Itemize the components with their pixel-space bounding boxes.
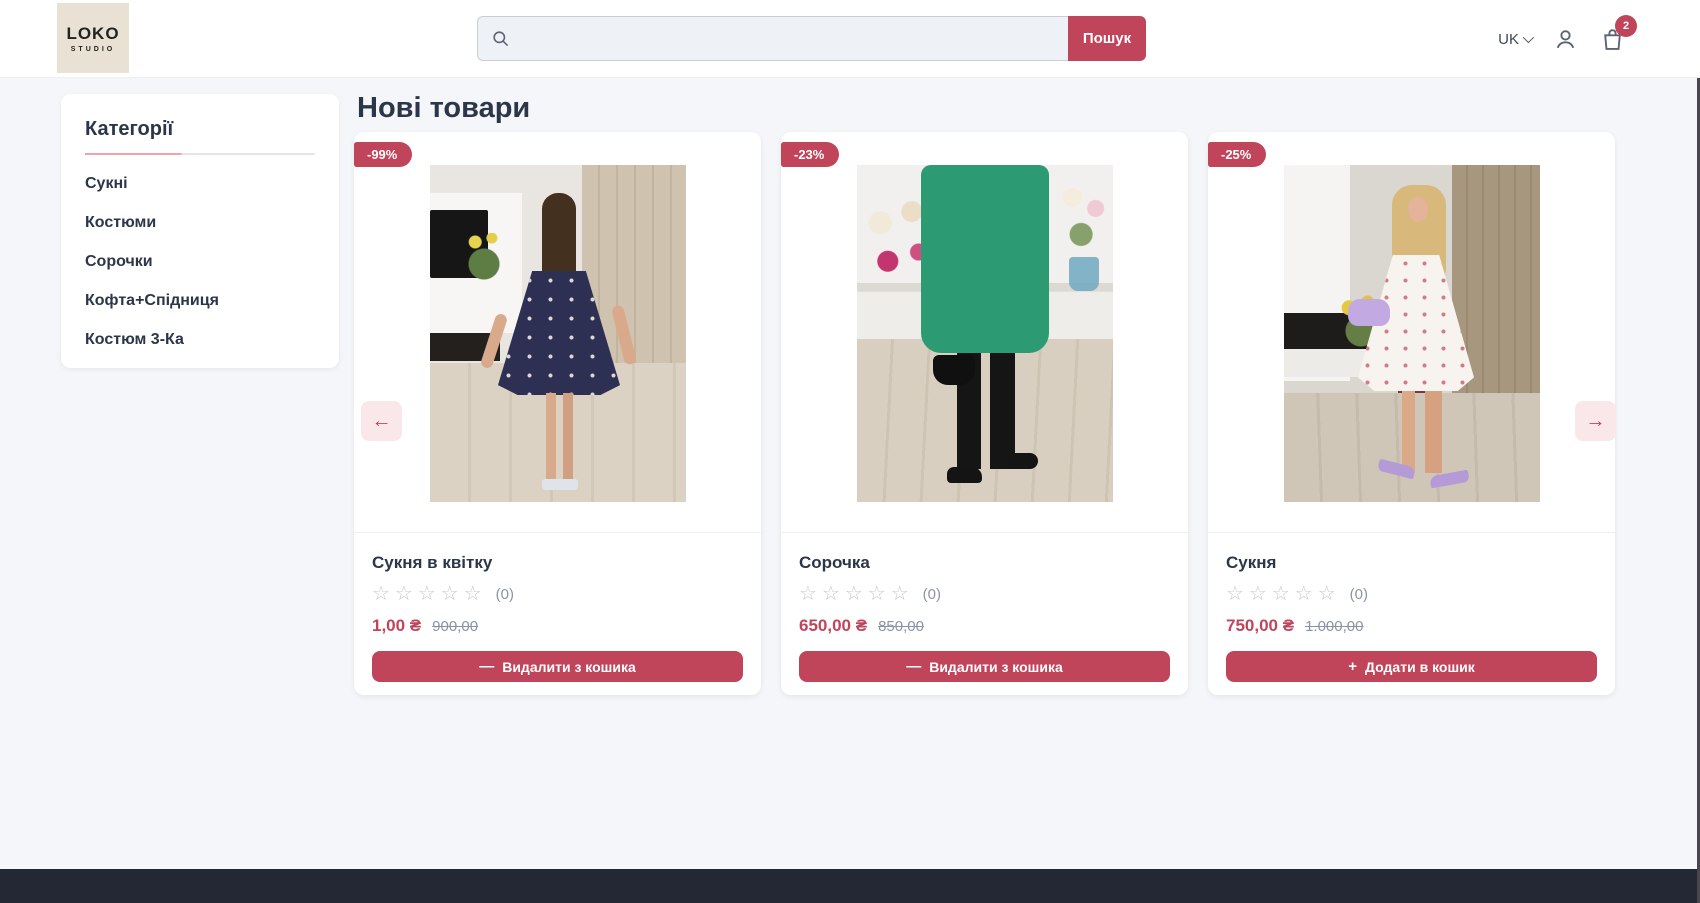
star-rating-icons: ☆☆☆☆☆ [799, 584, 914, 604]
minus-icon: — [906, 658, 921, 675]
page-title: Нові товари [357, 92, 530, 125]
language-selector[interactable]: UK [1498, 31, 1531, 48]
minus-icon: — [479, 658, 494, 675]
discount-badge: -23% [781, 142, 839, 167]
rating-count: (0) [1350, 586, 1368, 603]
product-image [857, 165, 1113, 502]
product-title[interactable]: Сорочка [799, 553, 1170, 573]
current-price: 750,00 ₴ [1226, 616, 1294, 636]
chevron-down-icon [1523, 32, 1534, 43]
remove-from-cart-button[interactable]: — Видалити з кошика [799, 651, 1170, 682]
remove-from-cart-button[interactable]: — Видалити з кошика [372, 651, 743, 682]
star-rating-icons: ☆☆☆☆☆ [372, 584, 487, 604]
product-details: Сукня ☆☆☆☆☆ (0) 750,00 ₴ 1.000,00 + Дода… [1208, 533, 1615, 682]
current-price: 1,00 ₴ [372, 616, 421, 636]
logo-text-secondary: STUDIO [71, 46, 115, 53]
sidebar-item-suit-3pc[interactable]: Костюм 3-Ка [85, 331, 315, 349]
button-label: Додати в кошик [1365, 659, 1475, 675]
plus-icon: + [1348, 658, 1357, 675]
categories-panel: Категорії Сукні Костюми Сорочки Кофта+Сп… [61, 94, 339, 368]
search-button[interactable]: Пошук [1068, 16, 1146, 61]
search-icon [491, 29, 510, 48]
discount-badge: -25% [1208, 142, 1266, 167]
logo-text-primary: LOKO [66, 24, 119, 44]
header-actions: UK 2 [1498, 0, 1625, 78]
sidebar-item-blouse-skirt[interactable]: Кофта+Спідниця [85, 292, 315, 310]
carousel-prev-button[interactable]: ← [361, 401, 402, 441]
discount-badge: -99% [354, 142, 412, 167]
categories-divider [85, 153, 315, 155]
product-image-link[interactable]: -99% [354, 132, 761, 533]
footer [0, 869, 1700, 903]
star-rating-icons: ☆☆☆☆☆ [1226, 584, 1341, 604]
product-image-link[interactable]: -25% [1208, 132, 1615, 533]
store-logo[interactable]: LOKO STUDIO [57, 3, 129, 73]
product-details: Сукня в квітку ☆☆☆☆☆ (0) 1,00 ₴ 900,00 —… [354, 533, 761, 682]
product-card: -23% Сорочка ☆☆☆☆☆ (0) 650,00 ₴ 850,00 —… [781, 132, 1188, 695]
sidebar-item-dresses[interactable]: Сукні [85, 175, 315, 193]
old-price: 1.000,00 [1305, 618, 1363, 635]
product-title[interactable]: Сукня [1226, 553, 1597, 573]
product-card: -99% Сукня в квітку ☆☆☆☆☆ (0) 1,00 ₴ 900… [354, 132, 761, 695]
header: LOKO STUDIO Пошук UK 2 [0, 0, 1700, 78]
arrow-right-icon: → [1586, 410, 1606, 433]
product-title[interactable]: Сукня в квітку [372, 553, 743, 573]
account-button[interactable] [1553, 27, 1578, 52]
current-price: 650,00 ₴ [799, 616, 867, 636]
product-details: Сорочка ☆☆☆☆☆ (0) 650,00 ₴ 850,00 — Вида… [781, 533, 1188, 682]
rating-count: (0) [496, 586, 514, 603]
add-to-cart-button[interactable]: + Додати в кошик [1226, 651, 1597, 682]
button-label: Видалити з кошика [502, 659, 636, 675]
product-image [1284, 165, 1540, 502]
sidebar-item-suits[interactable]: Костюми [85, 214, 315, 232]
product-card: -25% Сукня ☆☆☆☆☆ (0) 750,00 ₴ 1.000,00 +… [1208, 132, 1615, 695]
button-label: Видалити з кошика [929, 659, 1063, 675]
sidebar-item-shirts[interactable]: Сорочки [85, 253, 315, 271]
product-image [430, 165, 686, 502]
cart-button[interactable]: 2 [1600, 27, 1625, 52]
old-price: 900,00 [432, 618, 478, 635]
rating-count: (0) [923, 586, 941, 603]
search-bar: Пошук [477, 16, 1146, 61]
user-icon [1553, 27, 1578, 52]
carousel-next-button[interactable]: → [1575, 401, 1616, 441]
categories-title: Категорії [85, 118, 315, 141]
product-image-link[interactable]: -23% [781, 132, 1188, 533]
cart-count-badge: 2 [1615, 15, 1637, 37]
old-price: 850,00 [878, 618, 924, 635]
arrow-left-icon: ← [372, 410, 392, 433]
search-input[interactable] [519, 30, 1038, 47]
search-field-container [477, 16, 1068, 61]
language-label: UK [1498, 31, 1519, 48]
